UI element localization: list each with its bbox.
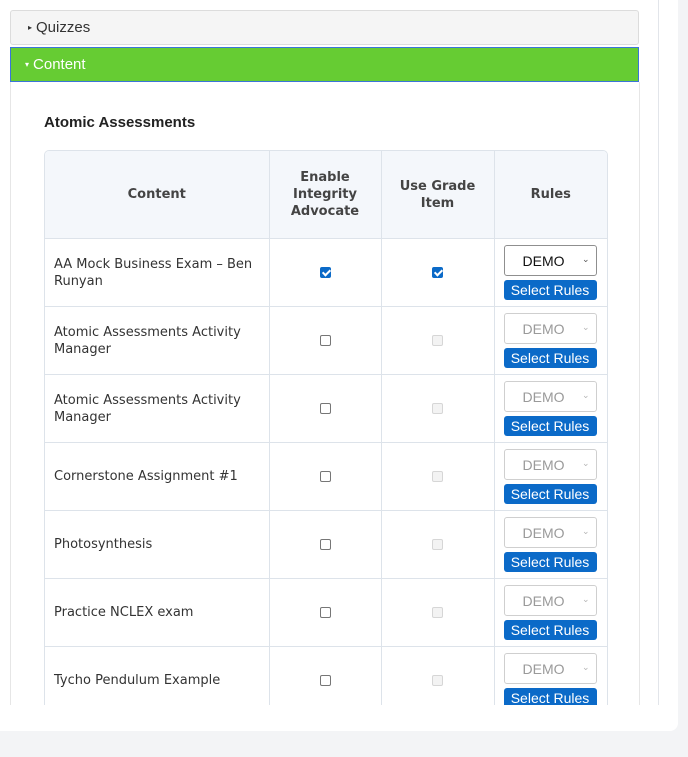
chevron-down-icon: ⌄	[581, 594, 590, 604]
column-header-rules: Rules	[494, 151, 607, 239]
rules-cell: DEMO ⌄ Select Rules	[494, 238, 607, 307]
content-name: Cornerstone Assignment #1	[45, 442, 270, 511]
rules-select-value: DEMO	[522, 388, 565, 405]
rules-select: DEMO ⌄	[503, 313, 597, 344]
table-row: Tycho Pendulum Example DEMO ⌄ Select Rul…	[45, 646, 607, 705]
accordion-content-header[interactable]: ▾ Content	[10, 47, 639, 82]
column-header-content: Content	[45, 151, 270, 239]
use-grade-item-checkbox[interactable]	[432, 266, 443, 278]
use-grade-item-checkbox	[432, 334, 443, 346]
select-rules-button[interactable]: Select Rules	[503, 688, 597, 705]
rules-select: DEMO ⌄	[503, 585, 597, 616]
rules-select-value: DEMO	[522, 252, 565, 269]
enable-ia-cell	[269, 374, 382, 443]
use-grade-item-cell	[381, 374, 495, 443]
content-panel: Atomic Assessments Content Enable Integr…	[10, 82, 640, 705]
column-header-enable-ia: Enable Integrity Advocate	[269, 151, 382, 239]
table-header-row: Content Enable Integrity Advocate Use Gr…	[45, 151, 607, 239]
content-name: Atomic Assessments Activity Manager	[45, 374, 270, 443]
main-card: ▸ Quizzes ▾ Content Atomic Assessments C…	[0, 0, 678, 731]
chevron-down-icon: ⌄	[581, 254, 590, 264]
chevron-down-icon: ⌄	[581, 322, 590, 332]
rules-select-value: DEMO	[522, 456, 565, 473]
rules-cell: DEMO ⌄ Select Rules	[494, 374, 607, 443]
enable-ia-cell	[269, 578, 382, 647]
section-title: Atomic Assessments	[44, 114, 196, 131]
rules-cell: DEMO ⌄ Select Rules	[494, 510, 607, 579]
use-grade-item-cell	[381, 238, 495, 307]
use-grade-item-checkbox	[432, 470, 443, 482]
select-rules-button[interactable]: Select Rules	[503, 280, 597, 300]
enable-ia-cell	[269, 510, 382, 579]
table-row: Atomic Assessments Activity Manager DEMO…	[45, 374, 607, 443]
caret-right-icon: ▸	[28, 23, 33, 32]
use-grade-item-cell	[381, 510, 495, 579]
content-name: Tycho Pendulum Example	[45, 646, 270, 705]
use-grade-item-cell	[381, 578, 495, 647]
chevron-down-icon: ⌄	[581, 390, 590, 400]
content-name: Atomic Assessments Activity Manager	[45, 306, 270, 375]
accordion-quizzes-header[interactable]: ▸ Quizzes	[10, 10, 639, 45]
caret-down-icon: ▾	[25, 60, 30, 69]
card-divider	[658, 0, 659, 705]
enable-ia-checkbox[interactable]	[319, 606, 331, 618]
rules-select-value: DEMO	[522, 592, 565, 609]
rules-select: DEMO ⌄	[503, 381, 597, 412]
chevron-down-icon: ⌄	[581, 662, 590, 672]
enable-ia-checkbox[interactable]	[319, 266, 331, 278]
enable-ia-cell	[269, 238, 382, 307]
select-rules-button[interactable]: Select Rules	[503, 620, 597, 640]
enable-ia-cell	[269, 646, 382, 705]
rules-cell: DEMO ⌄ Select Rules	[494, 306, 607, 375]
content-name: Photosynthesis	[45, 510, 270, 579]
use-grade-item-checkbox	[432, 674, 443, 686]
rules-cell: DEMO ⌄ Select Rules	[494, 442, 607, 511]
use-grade-item-cell	[381, 646, 495, 705]
select-rules-button[interactable]: Select Rules	[503, 552, 597, 572]
use-grade-item-checkbox	[432, 606, 443, 618]
accordion-quizzes-label: Quizzes	[36, 19, 91, 36]
assessments-table: Content Enable Integrity Advocate Use Gr…	[44, 150, 608, 705]
rules-select: DEMO ⌄	[503, 449, 597, 480]
select-rules-button[interactable]: Select Rules	[503, 484, 597, 504]
accordion-content-label: Content	[33, 56, 86, 73]
select-rules-button[interactable]: Select Rules	[503, 416, 597, 436]
enable-ia-cell	[269, 442, 382, 511]
rules-cell: DEMO ⌄ Select Rules	[494, 646, 607, 705]
column-header-use-grade-item: Use Grade Item	[381, 151, 495, 239]
rules-select-value: DEMO	[522, 320, 565, 337]
rules-select: DEMO ⌄	[503, 653, 597, 684]
table-row: Atomic Assessments Activity Manager DEMO…	[45, 306, 607, 375]
enable-ia-checkbox[interactable]	[319, 538, 331, 550]
enable-ia-checkbox[interactable]	[319, 402, 331, 414]
rules-select-value: DEMO	[522, 524, 565, 541]
table-row: Photosynthesis DEMO ⌄ Select Rules	[45, 510, 607, 579]
table-row: Practice NCLEX exam DEMO ⌄ Select Rules	[45, 578, 607, 647]
enable-ia-checkbox[interactable]	[319, 334, 331, 346]
table-row: Cornerstone Assignment #1 DEMO ⌄ Select …	[45, 442, 607, 511]
chevron-down-icon: ⌄	[581, 458, 590, 468]
use-grade-item-cell	[381, 442, 495, 511]
rules-select-value: DEMO	[522, 660, 565, 677]
content-name: AA Mock Business Exam – Ben Runyan	[45, 238, 270, 307]
use-grade-item-checkbox	[432, 402, 443, 414]
rules-cell: DEMO ⌄ Select Rules	[494, 578, 607, 647]
rules-select: DEMO ⌄	[503, 517, 597, 548]
content-name: Practice NCLEX exam	[45, 578, 270, 647]
use-grade-item-cell	[381, 306, 495, 375]
table-row: AA Mock Business Exam – Ben Runyan DEMO …	[45, 238, 607, 307]
enable-ia-cell	[269, 306, 382, 375]
enable-ia-checkbox[interactable]	[319, 470, 331, 482]
enable-ia-checkbox[interactable]	[319, 674, 331, 686]
select-rules-button[interactable]: Select Rules	[503, 348, 597, 368]
rules-select[interactable]: DEMO ⌄	[503, 245, 597, 276]
use-grade-item-checkbox	[432, 538, 443, 550]
chevron-down-icon: ⌄	[581, 526, 590, 536]
